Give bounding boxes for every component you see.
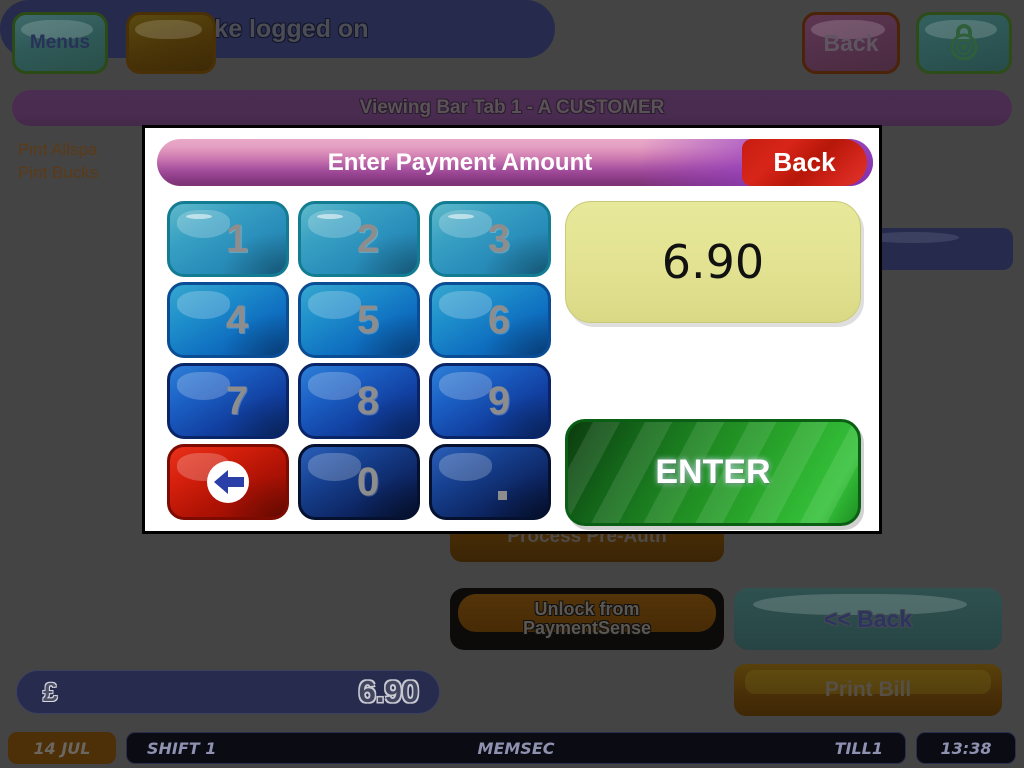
numeric-keypad: 1 2 3 4 5 6 7 8 9 0 <box>167 201 555 526</box>
bottom-back-button[interactable]: << Back <box>734 588 1002 650</box>
menus-button[interactable]: Menus <box>12 12 108 74</box>
key-7-label: 7 <box>225 378 249 423</box>
key-2-label: 2 <box>356 216 380 261</box>
status-operator: MEMSEC <box>477 738 555 758</box>
payment-amount-dialog: Enter Payment Amount Back 1 2 3 4 5 6 7 8 9 0 6.9… <box>142 125 882 534</box>
key-5-label: 5 <box>356 297 380 342</box>
viewing-tab-title: Viewing Bar Tab 1 - A CUSTOMER <box>359 97 665 118</box>
key-3[interactable]: 3 <box>429 201 551 277</box>
key-9[interactable]: 9 <box>429 363 551 439</box>
status-main-panel: SHIFT 1 MEMSEC TILL1 <box>126 732 906 764</box>
key-sparkle <box>448 213 474 219</box>
key-decimal[interactable] <box>429 444 551 520</box>
order-total-amount: 6.90 <box>358 674 419 709</box>
status-shift: SHIFT 1 <box>147 738 217 758</box>
key-3-label: 3 <box>487 216 511 261</box>
key-4-label: 4 <box>225 297 249 342</box>
amount-display: 6.90 <box>565 201 861 323</box>
amount-display-value: 6.90 <box>661 235 765 289</box>
lock-button[interactable] <box>916 12 1012 74</box>
dialog-back-button[interactable]: Back <box>742 139 867 186</box>
key-sparkle <box>317 213 343 219</box>
key-0[interactable]: 0 <box>298 444 420 520</box>
unlock-paymentsense-button[interactable]: Unlock from PaymentSense <box>450 588 724 650</box>
dialog-title: Enter Payment Amount <box>327 148 593 176</box>
key-sparkle <box>186 213 212 219</box>
order-total-bar: £ 6.90 <box>16 670 440 714</box>
key-8[interactable]: 8 <box>298 363 420 439</box>
key-9-label: 9 <box>487 378 511 423</box>
decimal-point-glyph <box>497 490 507 500</box>
key-5[interactable]: 5 <box>298 282 420 358</box>
key-7[interactable]: 7 <box>167 363 289 439</box>
unlock-label-line1: Unlock from <box>534 599 640 620</box>
key-1-label: 1 <box>225 216 249 261</box>
key-0-label: 0 <box>356 459 380 504</box>
dialog-back-label: Back <box>773 147 836 177</box>
unlock-label-line2: PaymentSense <box>522 618 652 638</box>
key-6-label: 6 <box>487 297 511 342</box>
key-4[interactable]: 4 <box>167 282 289 358</box>
currency-symbol: £ <box>43 676 58 707</box>
print-bill-label: Print Bill <box>824 677 912 701</box>
print-bill-button[interactable]: Print Bill <box>734 664 1002 716</box>
top-back-button-label: Back <box>823 29 879 56</box>
status-date: 14 JUL <box>8 732 116 764</box>
key-backspace[interactable] <box>167 444 289 520</box>
top-back-button[interactable]: Back <box>802 12 900 74</box>
button-glare <box>134 20 203 40</box>
menus-button-label: Menus <box>29 32 91 54</box>
key-6[interactable]: 6 <box>429 282 551 358</box>
bottom-back-label: << Back <box>823 605 913 632</box>
key-8-label: 8 <box>356 378 380 423</box>
viewing-tab-title-bar: Viewing Bar Tab 1 - A CUSTOMER <box>12 90 1012 126</box>
blank-button[interactable] <box>126 12 216 74</box>
status-bar: 14 JUL SHIFT 1 MEMSEC TILL1 13:38 <box>0 728 1024 768</box>
key-shadow <box>484 475 548 517</box>
backspace-arrow-icon <box>207 461 249 503</box>
enter-button[interactable]: ENTER <box>565 419 861 526</box>
status-till: TILL1 <box>834 738 883 758</box>
key-1[interactable]: 1 <box>167 201 289 277</box>
enter-button-label: ENTER <box>655 453 771 491</box>
key-2[interactable]: 2 <box>298 201 420 277</box>
padlock-icon <box>949 22 979 65</box>
status-time: 13:38 <box>916 732 1016 764</box>
